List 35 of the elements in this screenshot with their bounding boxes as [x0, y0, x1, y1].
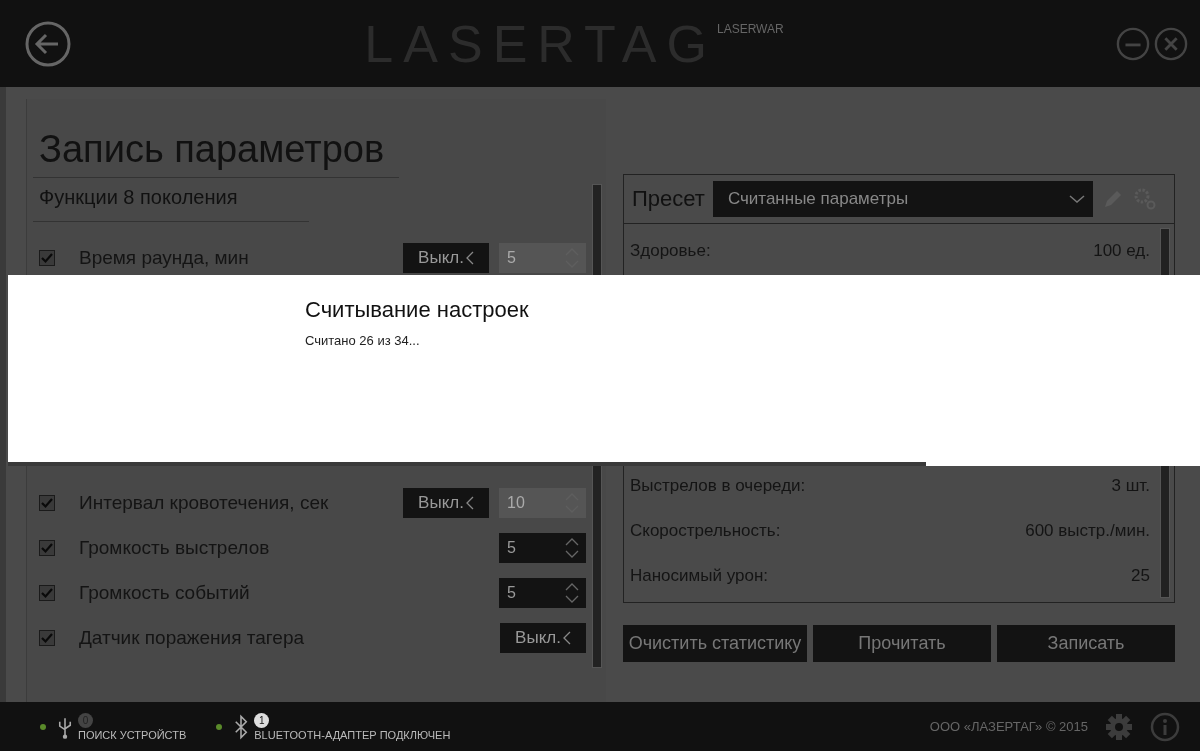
status-label: ПОИСК УСТРОЙСТВ [78, 728, 187, 741]
bluetooth-icon [234, 713, 249, 740]
copyright-text: ООО «ЛАЗЕРТАГ» © 2015 [929, 719, 1088, 734]
chevron-down-icon[interactable] [1068, 194, 1085, 204]
action-button[interactable]: Записать [997, 625, 1175, 662]
close-icon[interactable] [1154, 26, 1188, 61]
status-dot [216, 723, 223, 730]
action-button[interactable]: Прочитать [813, 625, 991, 662]
toggle-button[interactable]: Выкл. [403, 243, 489, 274]
checkbox[interactable] [39, 630, 55, 647]
minimize-icon[interactable] [1116, 26, 1150, 61]
caret-icon [465, 251, 474, 266]
number-spinner[interactable]: 5 [499, 578, 586, 609]
status-label: BLUETOOTH-АДАПТЕР ПОДКЛЮЧЕН [254, 728, 451, 741]
caret-icon [562, 631, 571, 646]
page-title: Запись параметров [33, 99, 399, 178]
toggle-button[interactable]: Выкл. [500, 623, 586, 654]
count-badge: 1 [254, 712, 270, 728]
info-icon[interactable] [1150, 711, 1180, 742]
toggle-button[interactable]: Выкл. [403, 488, 489, 519]
caret-icon [465, 496, 474, 511]
settings-icon[interactable] [1104, 711, 1134, 742]
dialog-title: Считывание настроек [305, 297, 530, 323]
dialog-message: Считано 26 из 34... [305, 333, 421, 348]
checkbox[interactable] [39, 540, 55, 557]
checkbox[interactable] [39, 495, 55, 512]
action-button[interactable]: Очистить статистику [623, 625, 807, 662]
section-title: Функции 8 поколения [33, 177, 309, 222]
brand-text: LASERWAR [716, 21, 784, 36]
status-dot [40, 723, 46, 730]
checkbox[interactable] [39, 250, 55, 267]
number-spinner[interactable]: 5 [499, 533, 586, 564]
checkbox[interactable] [39, 585, 55, 602]
preset-dropdown[interactable]: Считанные параметры [712, 181, 1093, 217]
preset-label: Пресет [632, 186, 705, 212]
